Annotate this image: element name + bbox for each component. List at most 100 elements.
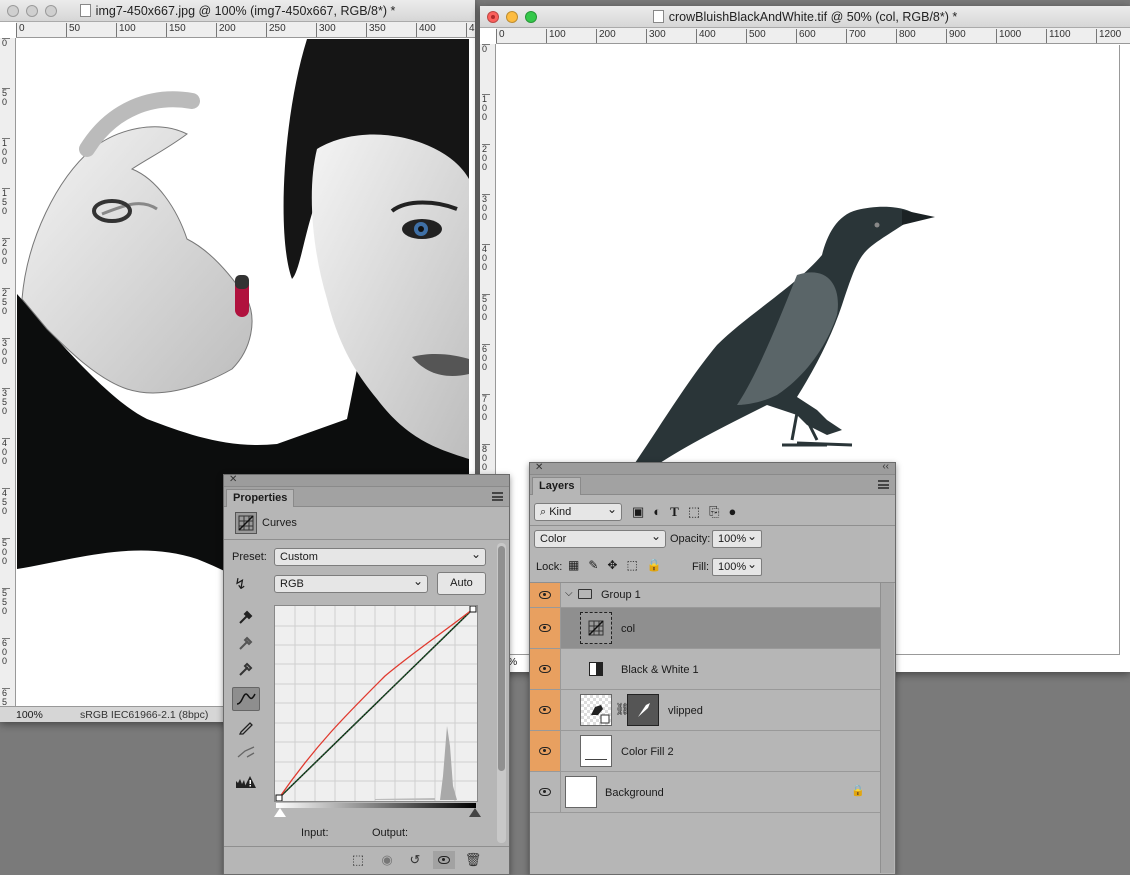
image-filter-icon[interactable]: ▣: [632, 504, 644, 520]
visibility-toggle[interactable]: [530, 772, 561, 812]
layer-row-color-fill-2[interactable]: Color Fill 2: [530, 731, 880, 772]
filter-kind-dropdown[interactable]: ⌕ Kind: [534, 501, 622, 521]
ruler-tick-label: 50: [2, 88, 10, 107]
clipping-warning-icon[interactable]: [232, 770, 260, 794]
smooth-curve-icon[interactable]: [232, 740, 260, 764]
tab-properties[interactable]: Properties: [226, 489, 295, 507]
eyedropper-black-icon[interactable]: [232, 605, 260, 629]
ruler-tick-label: 0: [2, 38, 10, 48]
white-point-slider[interactable]: [274, 808, 286, 817]
horizontal-ruler[interactable]: 0 100 200 300 400 500 600 700 800 900 1000 1100 1200: [496, 28, 1130, 44]
curve-points-tool-icon[interactable]: [232, 687, 260, 711]
layer-row-vlipped[interactable]: ⛓ vlipped: [530, 690, 880, 731]
visibility-toggle[interactable]: [530, 731, 561, 771]
panel-menu-icon[interactable]: [878, 480, 889, 489]
black-point-slider[interactable]: [469, 808, 481, 817]
background-thumbnail[interactable]: [565, 776, 597, 808]
properties-scrollbar[interactable]: [497, 543, 506, 843]
lock-transparency-icon[interactable]: ▦: [568, 558, 579, 572]
ruler-tick-label: 700: [482, 394, 490, 422]
zoom-button[interactable]: [525, 11, 537, 23]
title-bar-right[interactable]: crowBluishBlackAndWhite.tif @ 50% (col, …: [480, 6, 1130, 28]
properties-panel[interactable]: ✕ Properties Curves Preset: Custom ↯ RGB…: [223, 474, 510, 875]
lock-label: Lock:: [536, 561, 563, 573]
lock-position-icon[interactable]: ✥: [607, 558, 617, 572]
target-adjust-icon[interactable]: ↯: [234, 575, 256, 593]
lock-artboard-icon[interactable]: ⬚: [626, 558, 637, 572]
clip-to-layer-icon[interactable]: ⬚: [347, 851, 369, 869]
view-previous-icon[interactable]: ◉: [376, 851, 398, 869]
adjustment-filter-icon[interactable]: ◐: [653, 504, 661, 520]
horizontal-ruler[interactable]: 0 50 100 150 200 250 300 350 400 4: [16, 22, 475, 38]
layer-row-group-1[interactable]: ⌵ Group 1: [530, 583, 880, 608]
opacity-input[interactable]: 100%: [712, 528, 762, 548]
ruler-tick-label: 200: [482, 144, 490, 172]
zoom-level[interactable]: 100%: [16, 709, 80, 721]
close-panel-icon[interactable]: ✕: [229, 474, 237, 485]
panel-menu-icon[interactable]: [492, 492, 503, 501]
zoom-button[interactable]: [45, 5, 57, 17]
ruler-tick-label: 800: [896, 29, 916, 43]
pencil-icon[interactable]: [232, 715, 260, 739]
color-fill-thumbnail[interactable]: [580, 735, 612, 767]
layers-scrollbar[interactable]: [880, 583, 894, 873]
visibility-eye-icon[interactable]: [433, 851, 455, 869]
visibility-toggle[interactable]: [530, 690, 561, 730]
layer-list[interactable]: ⌵ Group 1 col Black & White 1 ⛓ vlipped …: [530, 583, 880, 873]
chevron-down-icon[interactable]: ⌵: [565, 588, 573, 599]
folder-icon: [578, 589, 592, 599]
close-button[interactable]: [487, 11, 499, 23]
preset-dropdown[interactable]: Custom: [274, 546, 486, 566]
minimize-button[interactable]: [506, 11, 518, 23]
ruler-tick-label: 150: [166, 23, 186, 37]
window-title: img7-450x667.jpg @ 100% (img7-450x667, R…: [95, 3, 396, 18]
lock-icon[interactable]: 🔒: [851, 784, 865, 797]
curves-layer-thumbnail[interactable]: [580, 612, 612, 644]
trash-icon[interactable]: 🗑: [462, 851, 484, 869]
collapse-panel-icon[interactable]: ‹‹: [882, 461, 889, 472]
panel-header: ✕: [224, 474, 509, 487]
tab-layers[interactable]: Layers: [532, 477, 582, 495]
close-panel-icon[interactable]: ✕: [535, 462, 543, 473]
eye-icon: [539, 624, 551, 632]
layer-row-black-white-1[interactable]: Black & White 1: [530, 649, 880, 690]
eyedropper-gray-icon[interactable]: [232, 631, 260, 655]
blend-mode-dropdown[interactable]: Color: [534, 528, 666, 548]
layer-name: vlipped: [668, 705, 703, 717]
layer-mask-thumbnail[interactable]: [627, 694, 659, 726]
visibility-toggle[interactable]: [530, 583, 561, 607]
lock-all-icon[interactable]: 🔒: [647, 558, 662, 572]
lock-paint-icon[interactable]: ✎: [588, 558, 598, 572]
ruler-tick-label: 200: [596, 29, 616, 43]
auto-button[interactable]: Auto: [437, 572, 486, 595]
ruler-tick-label: 200: [216, 23, 236, 37]
smart-object-filter-icon[interactable]: ⎘: [709, 504, 719, 520]
fill-input[interactable]: 100%: [712, 556, 762, 576]
visibility-toggle[interactable]: [530, 649, 561, 689]
ruler-tick-label: 400: [482, 244, 490, 272]
visibility-toggle[interactable]: [530, 608, 561, 648]
shape-filter-icon[interactable]: ⬚: [688, 504, 700, 520]
minimize-button[interactable]: [26, 5, 38, 17]
layers-panel[interactable]: ✕ ‹‹ Layers ⌕ Kind ▣ ◐ T ⬚ ⎘ ● Color Opa…: [529, 461, 896, 875]
filter-toggle-icon[interactable]: ●: [729, 504, 737, 520]
channel-dropdown[interactable]: RGB: [274, 573, 428, 593]
layer-row-background[interactable]: Background 🔒: [530, 772, 880, 813]
ruler-tick-label: 300: [2, 338, 10, 366]
vertical-ruler[interactable]: 0 50 100 150 200 250 300 350 400 450 500 550 600 650: [0, 38, 16, 706]
curves-graph[interactable]: [274, 605, 478, 802]
ruler-tick-label: 650: [2, 688, 10, 706]
reset-icon[interactable]: ↺: [404, 851, 426, 869]
type-filter-icon[interactable]: T: [670, 504, 679, 520]
ruler-tick-label: 450: [2, 488, 10, 516]
eyedropper-white-icon[interactable]: [232, 657, 260, 681]
close-button[interactable]: [7, 5, 19, 17]
smart-object-thumbnail[interactable]: [580, 694, 612, 726]
ruler-tick-label: 1200: [1096, 29, 1121, 43]
ruler-tick-label: 700: [846, 29, 866, 43]
window-title: crowBluishBlackAndWhite.tif @ 50% (col, …: [668, 9, 958, 24]
layer-row-col[interactable]: col: [530, 608, 880, 649]
ruler-tick-label: 300: [316, 23, 336, 37]
title-bar-left[interactable]: img7-450x667.jpg @ 100% (img7-450x667, R…: [0, 0, 475, 22]
ruler-tick-label: 550: [2, 588, 10, 616]
